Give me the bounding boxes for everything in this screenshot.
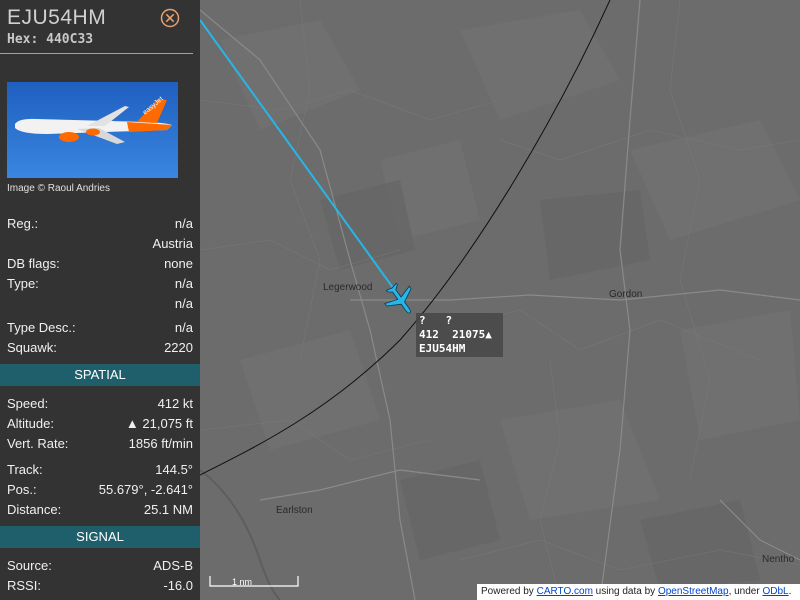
position-value: 55.679°, -2.641° (98, 482, 193, 497)
rssi-row: RSSI: -16.0 (7, 578, 193, 596)
place-earlston: Earlston (276, 505, 313, 516)
carto-link[interactable]: CARTO.com (537, 586, 593, 597)
attribution-under: , under (728, 586, 763, 597)
typedesc-row: Type Desc.: n/a (7, 320, 193, 338)
altitude-label: Altitude: (7, 416, 54, 431)
altitude-value: ▲ 21,075 ft (125, 416, 193, 431)
dbflags-value: none (164, 256, 193, 271)
close-icon (160, 8, 180, 28)
dbflags-row: DB flags: none (7, 256, 193, 274)
callsign-title: EJU54HM (7, 6, 107, 29)
position-row: Pos.: 55.679°, -2.641° (7, 482, 193, 500)
altitude-row: Altitude: ▲ 21,075 ft (7, 416, 193, 434)
country-row: Austria (7, 236, 193, 254)
typedesc-label: Type Desc.: (7, 320, 76, 335)
photo-credit: Image © Raoul Andries (7, 183, 110, 194)
distance-row: Distance: 25.1 NM (7, 502, 193, 520)
attribution-middle: using data by (592, 586, 658, 597)
hex-code: Hex: 440C33 (7, 32, 93, 47)
track-row: Track: 144.5° (7, 462, 193, 480)
osm-link[interactable]: OpenStreetMap (658, 586, 729, 597)
speed-label: Speed: (7, 396, 49, 411)
aircraft-label-line-3: EJU54HM (419, 342, 466, 355)
speed-value: 412 kt (157, 396, 193, 411)
rssi-value: -16.0 (163, 578, 193, 593)
type-label: Type: (7, 276, 39, 291)
close-button[interactable] (160, 8, 180, 28)
aircraft-label[interactable]: ? ? 412 21075▲ EJU54HM (416, 313, 503, 357)
aircraft-label-line-1: ? ? (419, 314, 453, 327)
vrate-label: Vert. Rate: (7, 436, 69, 451)
squawk-value: 2220 (164, 340, 193, 355)
type-row-2: n/a (7, 296, 193, 314)
type-row: Type: n/a (7, 276, 193, 294)
squawk-label: Squawk: (7, 340, 57, 355)
country-value: Austria (152, 236, 193, 251)
squawk-row: Squawk: 2220 (7, 340, 193, 358)
vrate-value: 1856 ft/min (128, 436, 193, 451)
dbflags-label: DB flags: (7, 256, 60, 271)
place-gordon: Gordon (609, 289, 643, 300)
aircraft-marker-icon[interactable] (380, 279, 420, 319)
aircraft-photo-image: easyJet (7, 82, 178, 178)
attribution-end: . (788, 586, 792, 597)
signal-section-header: SIGNAL (0, 526, 200, 548)
map-attribution: Powered by CARTO.com using data by OpenS… (477, 584, 800, 600)
reg-value: n/a (174, 216, 193, 231)
scale-bar (209, 576, 299, 587)
vrate-row: Vert. Rate: 1856 ft/min (7, 436, 193, 454)
attribution-prefix: Powered by (481, 586, 537, 597)
rssi-label: RSSI: (7, 578, 41, 593)
source-value: ADS-B (153, 558, 193, 573)
position-label: Pos.: (7, 482, 37, 497)
distance-label: Distance: (7, 502, 62, 517)
aircraft-label-line-2: 412 21075▲ (419, 328, 492, 341)
place-legerwood: Legerwood (323, 282, 373, 293)
source-label: Source: (7, 558, 52, 573)
source-row: Source: ADS-B (7, 558, 193, 576)
spatial-section-header: SPATIAL (0, 364, 200, 386)
typedesc-value: n/a (174, 320, 193, 335)
place-nenthorn: Nentho (762, 554, 795, 565)
distance-value: 25.1 NM (143, 502, 193, 517)
hex-label: Hex: (7, 32, 39, 47)
hex-value: 440C33 (46, 32, 94, 47)
type-value-2: n/a (174, 296, 193, 311)
reg-label: Reg.: (7, 216, 39, 231)
aircraft-info-panel: EJU54HM Hex: 440C33 easyJet Image © Raou… (0, 0, 200, 600)
type-value: n/a (174, 276, 193, 291)
aircraft-photo[interactable]: easyJet (7, 82, 178, 178)
speed-row: Speed: 412 kt (7, 396, 193, 414)
scale-label: 1 nm (232, 577, 253, 587)
header-divider (0, 53, 193, 54)
track-value: 144.5° (155, 462, 193, 477)
reg-row: Reg.: n/a (7, 216, 193, 234)
map-view[interactable]: Legerwood Gordon Earlston Nentho ? ? 412… (200, 0, 800, 600)
track-label: Track: (7, 462, 43, 477)
odbl-link[interactable]: ODbL (762, 586, 788, 597)
